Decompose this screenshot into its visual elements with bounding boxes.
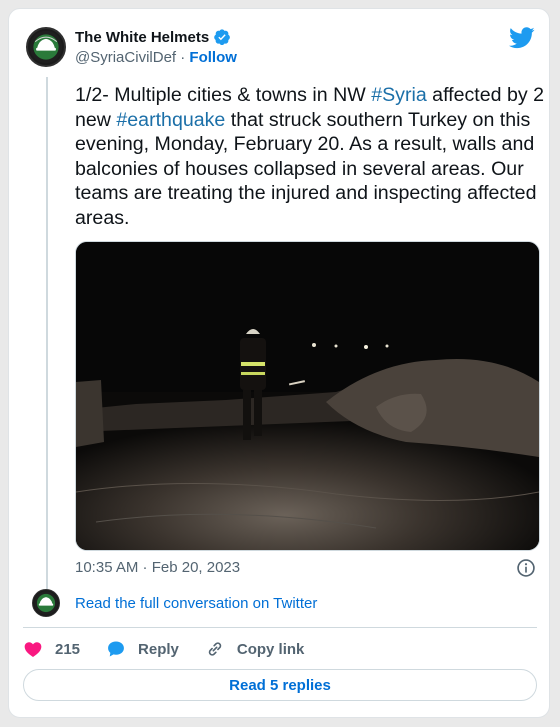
tweet-timestamp[interactable]: 10:35 AM · Feb 20, 2023 — [75, 559, 240, 576]
reply-bubble-icon — [108, 641, 124, 657]
read-replies-button[interactable]: Read 5 replies — [23, 669, 537, 701]
copy-link-label: Copy link — [236, 640, 305, 658]
hashtag-earthquake-link[interactable]: #earthquake — [116, 109, 225, 131]
thread-line — [46, 77, 48, 593]
account-handle[interactable]: @SyriaCivilDef — [75, 49, 176, 66]
author-info: The White Helmets @SyriaCivilDef · Follo… — [75, 27, 237, 69]
reply-button[interactable]: Reply — [106, 639, 179, 659]
separator-dot: · — [180, 49, 186, 66]
verified-badge-icon — [214, 29, 231, 46]
tweet-text: 1/2- Multiple cities & towns in NW #Syri… — [75, 83, 545, 231]
follow-button[interactable]: Follow — [189, 49, 237, 66]
white-helmets-logo-icon — [29, 30, 63, 64]
divider — [23, 627, 537, 628]
read-conversation-link[interactable]: Read the full conversation on Twitter — [75, 595, 317, 612]
heart-icon — [24, 642, 42, 657]
display-name[interactable]: The White Helmets — [75, 29, 209, 46]
conversation-avatar — [32, 589, 60, 617]
like-button[interactable]: 215 — [23, 639, 80, 659]
like-count: 215 — [55, 640, 81, 658]
tweet-photo[interactable] — [75, 241, 540, 551]
profile-avatar[interactable] — [26, 27, 66, 67]
reply-label: Reply — [138, 640, 179, 658]
info-icon[interactable] — [516, 558, 536, 578]
white-helmets-logo-icon — [34, 591, 58, 615]
tweet-text-part: 1/2- Multiple cities & towns in NW — [75, 84, 372, 106]
night-rubble-photo — [76, 242, 539, 550]
copy-link-button[interactable]: Copy link — [205, 639, 305, 659]
tweet-embed-card: The White Helmets @SyriaCivilDef · Follo… — [8, 8, 550, 718]
action-bar: 215 Reply Copy link — [23, 639, 330, 659]
hashtag-syria-link[interactable]: #Syria — [371, 84, 427, 106]
twitter-bird-icon[interactable] — [509, 27, 535, 49]
link-icon — [208, 642, 222, 656]
